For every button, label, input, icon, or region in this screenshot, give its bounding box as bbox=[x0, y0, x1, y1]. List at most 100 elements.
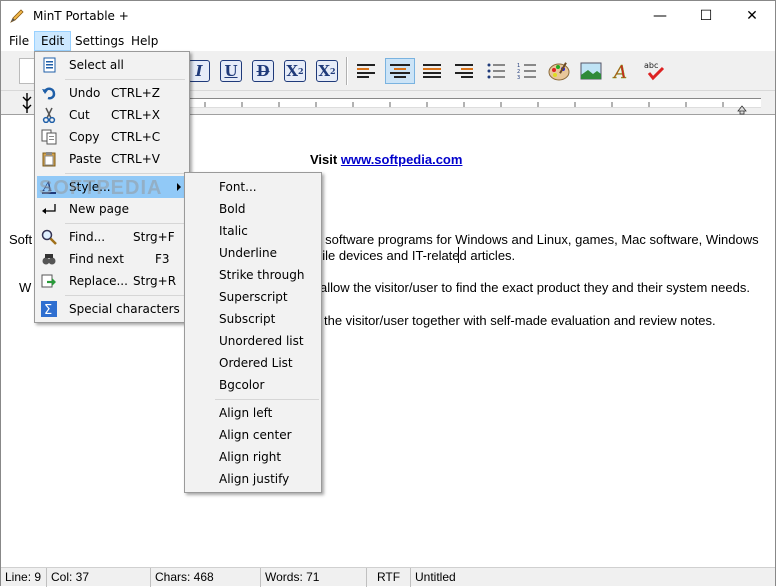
align-justify-button[interactable] bbox=[419, 58, 445, 84]
status-format: RTF bbox=[367, 568, 411, 587]
replace-icon bbox=[41, 274, 56, 288]
font-icon: A bbox=[612, 62, 627, 81]
new-page-icon bbox=[42, 204, 56, 214]
text-cursor bbox=[458, 247, 459, 263]
menu-separator bbox=[65, 295, 185, 296]
align-center-button[interactable] bbox=[385, 58, 415, 84]
undo-icon bbox=[42, 87, 56, 100]
align-right-button[interactable] bbox=[451, 58, 477, 84]
paste-icon bbox=[42, 152, 56, 167]
select-all-icon bbox=[43, 57, 56, 73]
maximize-button[interactable]: ☐ bbox=[683, 1, 729, 31]
submenu-item-align-right[interactable]: Align right bbox=[187, 446, 319, 468]
align-justify-icon bbox=[423, 64, 441, 78]
align-right-icon bbox=[455, 64, 473, 78]
font-button[interactable]: A bbox=[610, 58, 636, 84]
align-left-button[interactable] bbox=[353, 58, 379, 84]
underline-button[interactable]: U bbox=[218, 58, 244, 84]
submenu-item-unordered-list[interactable]: Unordered list bbox=[187, 330, 319, 352]
italic-icon: I bbox=[188, 60, 210, 82]
doc-line-2-right: y software programs for Windows and Linu… bbox=[315, 232, 759, 247]
superscript-button[interactable]: X2 bbox=[282, 58, 308, 84]
find-icon bbox=[41, 229, 57, 245]
status-bar: Line: 9 Col: 37 Chars: 468 Words: 71 RTF… bbox=[1, 567, 775, 587]
minimize-button[interactable]: — bbox=[637, 1, 683, 31]
submenu-item-align-left[interactable]: Align left bbox=[187, 402, 319, 424]
unordered-list-icon bbox=[487, 63, 505, 79]
submenu-item-align-justify[interactable]: Align justify bbox=[187, 468, 319, 490]
close-button[interactable]: ✕ bbox=[729, 1, 775, 31]
doc-line-visit: Visit www.softpedia.com bbox=[310, 152, 462, 167]
cut-icon bbox=[42, 107, 56, 123]
doc-line-2-left: Soft bbox=[9, 232, 33, 247]
menu-edit[interactable]: Edit bbox=[34, 31, 72, 51]
copy-icon bbox=[41, 129, 57, 145]
spellcheck-icon: abc bbox=[644, 61, 665, 81]
svg-text:A: A bbox=[612, 62, 627, 81]
softpedia-link[interactable]: www.softpedia.com bbox=[341, 152, 463, 167]
submenu-item-bgcolor[interactable]: Bgcolor bbox=[187, 374, 319, 396]
window-title: MinT Portable + bbox=[33, 9, 129, 23]
menu-item-copy[interactable]: Copy CTRL+C bbox=[37, 126, 187, 148]
visit-text: Visit bbox=[310, 152, 341, 167]
bgcolor-button[interactable] bbox=[546, 58, 572, 84]
app-window: MinT Portable + — ☐ ✕ File Edit Settings… bbox=[0, 0, 776, 587]
menu-separator bbox=[215, 399, 319, 400]
submenu-item-ordered-list[interactable]: Ordered List bbox=[187, 352, 319, 374]
menu-item-select-all[interactable]: Select all bbox=[37, 54, 187, 76]
palette-icon bbox=[548, 62, 570, 81]
status-col: Col: 37 bbox=[47, 568, 151, 587]
underline-icon: U bbox=[220, 60, 242, 82]
submenu-item-bold[interactable]: Bold bbox=[187, 198, 319, 220]
menu-settings[interactable]: Settings bbox=[69, 31, 130, 51]
image-icon bbox=[580, 62, 602, 80]
doc-line-4-left: W bbox=[19, 280, 32, 295]
menu-item-undo[interactable]: Undo CTRL+Z bbox=[37, 82, 187, 104]
left-indent-marker-icon[interactable] bbox=[21, 91, 33, 115]
unordered-list-button[interactable] bbox=[483, 58, 509, 84]
app-pencil-icon bbox=[10, 9, 24, 23]
insert-image-button[interactable] bbox=[578, 58, 604, 84]
menu-file[interactable]: File bbox=[3, 31, 35, 51]
right-indent-marker-icon[interactable] bbox=[737, 105, 747, 115]
doc-line-3-right: bile devices and IT-related articles. bbox=[315, 248, 516, 263]
menu-item-replace[interactable]: Replace... Strg+R bbox=[37, 270, 187, 292]
submenu-item-underline[interactable]: Underline bbox=[187, 242, 319, 264]
menu-item-special-characters[interactable]: Σ Special characters bbox=[37, 298, 187, 320]
menu-item-find-next[interactable]: Find next F3 bbox=[37, 248, 187, 270]
status-filename: Untitled bbox=[415, 570, 456, 584]
align-center-icon bbox=[390, 64, 410, 78]
submenu-item-font[interactable]: Font... bbox=[187, 176, 319, 198]
doc-line-5-right: the visitor/user together with self-made… bbox=[324, 313, 716, 328]
strikethrough-button[interactable]: D bbox=[250, 58, 276, 84]
doc-line-4-right: allow the visitor/user to find the exact… bbox=[320, 280, 750, 295]
menu-item-cut[interactable]: Cut CTRL+X bbox=[37, 104, 187, 126]
ordered-list-button[interactable]: 1 2 3 bbox=[514, 58, 540, 84]
status-chars: Chars: 468 bbox=[151, 568, 261, 587]
style-submenu: Font... Bold Italic Underline Strike thr… bbox=[184, 172, 322, 493]
svg-text:3: 3 bbox=[517, 75, 520, 80]
menu-item-new-page[interactable]: New page bbox=[37, 198, 187, 220]
special-characters-icon: Σ bbox=[41, 301, 57, 317]
subscript-button[interactable]: X2 bbox=[314, 58, 340, 84]
find-next-icon bbox=[42, 254, 56, 265]
menu-separator bbox=[65, 173, 185, 174]
spellcheck-button[interactable]: abc bbox=[642, 58, 668, 84]
menu-separator bbox=[65, 223, 185, 224]
menu-item-paste[interactable]: Paste CTRL+V bbox=[37, 148, 187, 170]
submenu-item-superscript[interactable]: Superscript bbox=[187, 286, 319, 308]
submenu-item-subscript[interactable]: Subscript bbox=[187, 308, 319, 330]
toolbar-separator bbox=[346, 57, 348, 85]
menu-help[interactable]: Help bbox=[125, 31, 164, 51]
menu-separator bbox=[65, 79, 185, 80]
align-left-icon bbox=[357, 64, 375, 78]
submenu-item-italic[interactable]: Italic bbox=[187, 220, 319, 242]
ordered-list-icon: 1 2 3 bbox=[517, 63, 536, 80]
subscript-icon: X2 bbox=[316, 60, 338, 82]
title-bar: MinT Portable + — ☐ ✕ bbox=[1, 1, 775, 31]
menu-item-style[interactable]: A Style... bbox=[37, 176, 187, 198]
menu-item-find[interactable]: Find... Strg+F bbox=[37, 226, 187, 248]
submenu-item-align-center[interactable]: Align center bbox=[187, 424, 319, 446]
strikethrough-icon: D bbox=[252, 60, 274, 82]
submenu-item-strike-through[interactable]: Strike through bbox=[187, 264, 319, 286]
